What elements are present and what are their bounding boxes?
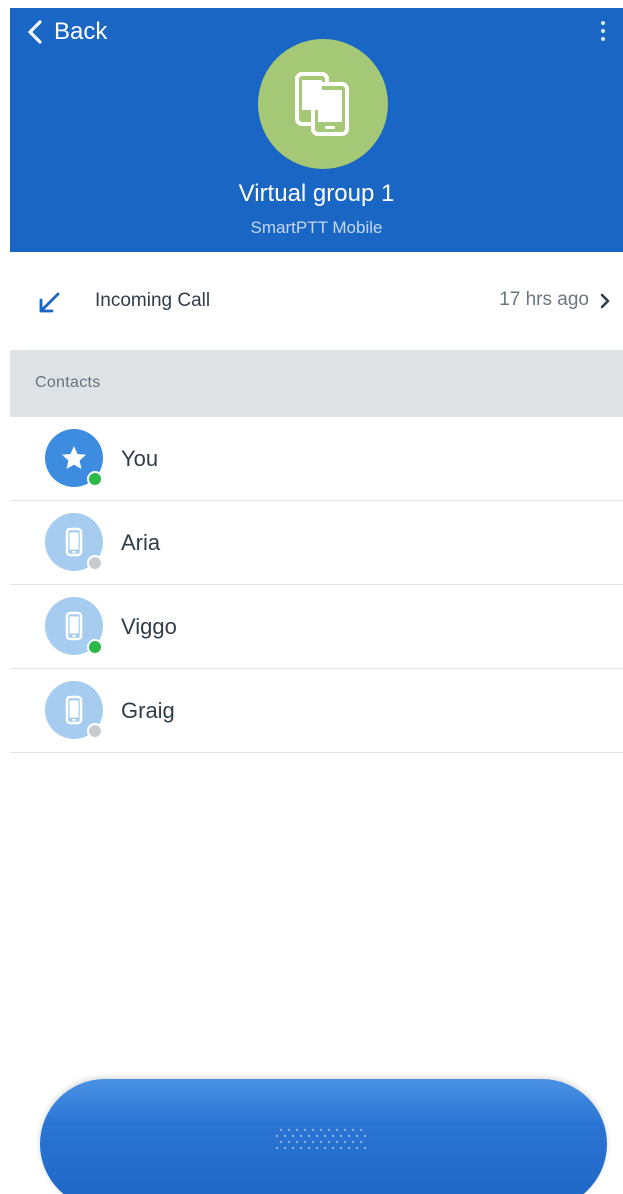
group-avatar (258, 39, 388, 169)
phone-icon (65, 527, 83, 557)
contact-row-viggo[interactable]: Viggo (10, 585, 623, 669)
group-details-screen: Back Virtual group 1 SmartPTT Mobile Inc… (10, 8, 623, 1194)
star-icon (62, 446, 86, 469)
status-online-indicator (87, 639, 103, 655)
more-menu-button[interactable] (593, 14, 613, 48)
devices-icon (295, 72, 349, 136)
status-offline-indicator (87, 723, 103, 739)
back-button[interactable]: Back (26, 14, 107, 50)
contacts-section-header: Contacts (10, 351, 623, 417)
status-online-indicator (87, 471, 103, 487)
group-title: Virtual group 1 (238, 180, 395, 207)
contact-name: Aria (121, 530, 161, 555)
group-header: Back Virtual group 1 SmartPTT Mobile (10, 8, 623, 252)
speaker-grille-icon (275, 1128, 367, 1150)
call-type-label: Incoming Call (95, 290, 211, 311)
contact-name: You (121, 446, 159, 471)
push-to-talk-button[interactable] (40, 1079, 607, 1194)
back-label: Back (54, 18, 108, 45)
menu-dot-icon (601, 21, 605, 25)
group-subtitle: SmartPTT Mobile (250, 218, 383, 237)
status-offline-indicator (87, 555, 103, 571)
incoming-call-arrow-icon (39, 292, 60, 313)
section-label: Contacts (35, 374, 101, 391)
contact-row-graig[interactable]: Graig (10, 669, 623, 753)
contact-name: Graig (121, 698, 175, 723)
call-time: 17 hrs ago (499, 289, 589, 310)
menu-dot-icon (601, 29, 605, 33)
chevron-right-icon (600, 293, 610, 309)
contacts-list: You Aria Viggo Graig (10, 417, 623, 753)
chevron-left-icon (28, 20, 42, 44)
contact-row-aria[interactable]: Aria (10, 501, 623, 585)
contact-name: Viggo (121, 614, 177, 639)
phone-icon (65, 695, 83, 725)
phone-icon (65, 611, 83, 641)
last-call-row[interactable]: Incoming Call 17 hrs ago (10, 252, 623, 351)
contact-row-you[interactable]: You (10, 417, 623, 501)
menu-dot-icon (601, 37, 605, 41)
